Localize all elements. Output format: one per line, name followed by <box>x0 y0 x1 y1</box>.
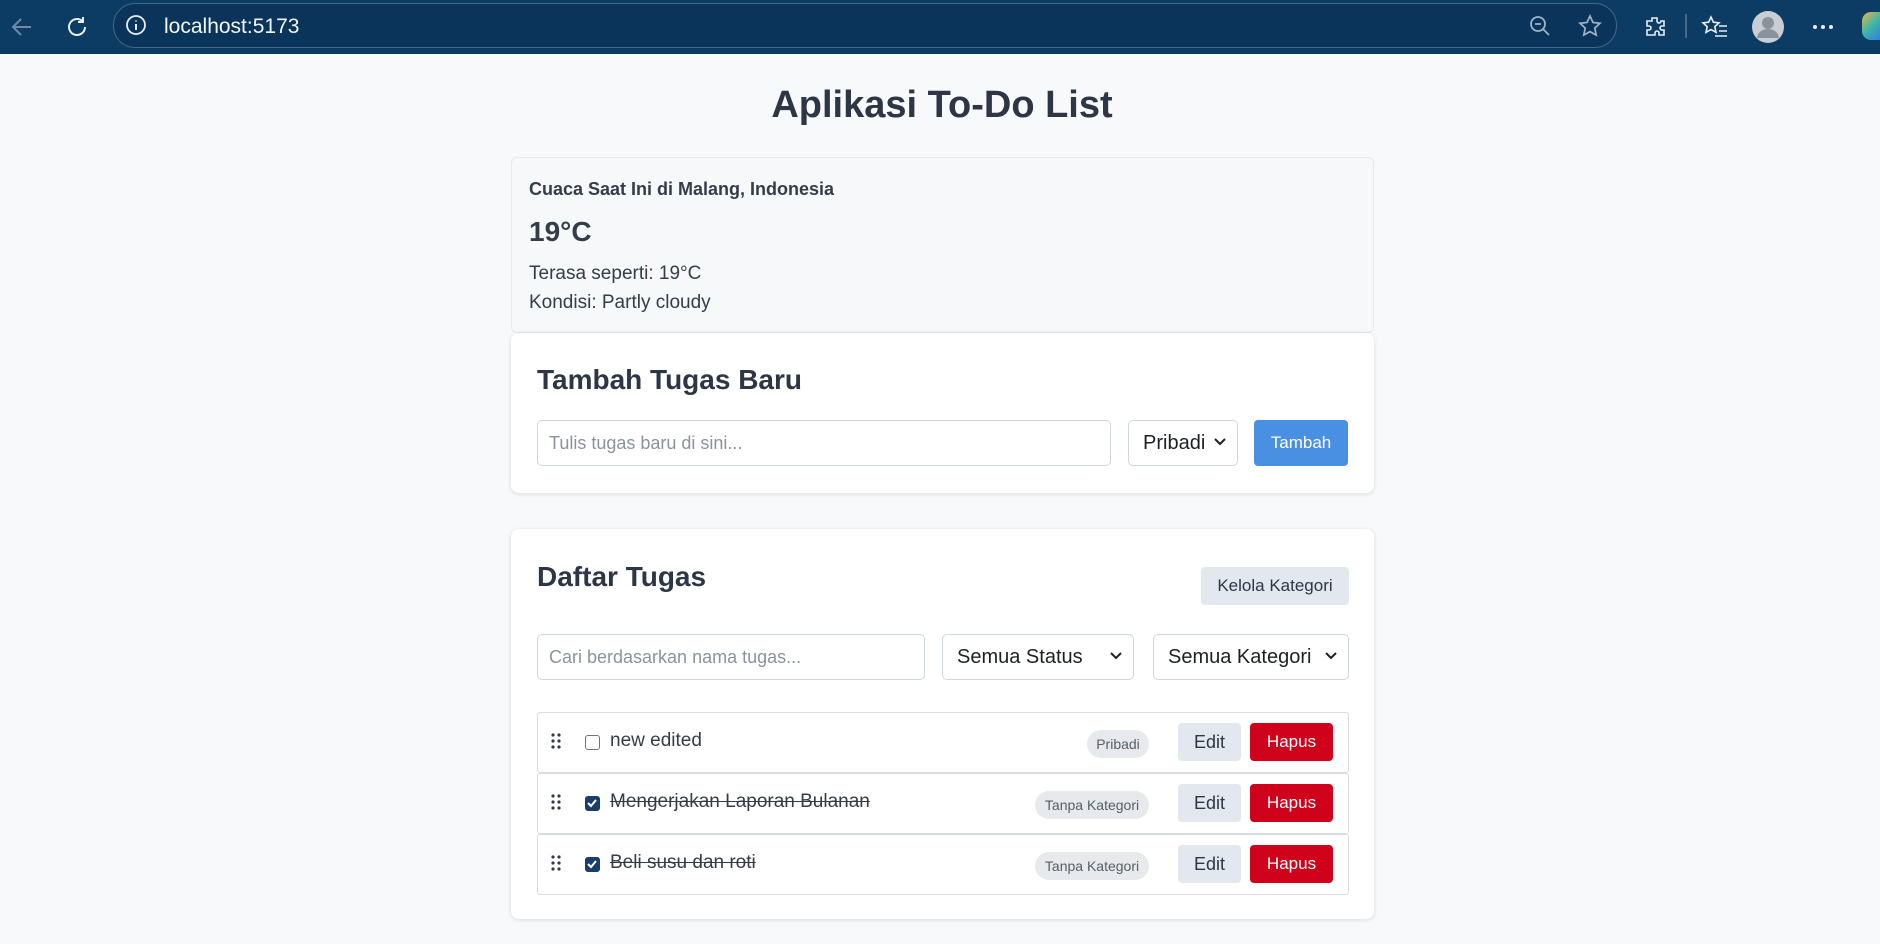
weather-temperature: 19°C <box>529 216 592 247</box>
manage-categories-button[interactable]: Kelola Kategori <box>1201 567 1349 605</box>
delete-button[interactable]: Hapus <box>1250 784 1333 822</box>
task-category-badge: Tanpa Kategori <box>1035 852 1149 880</box>
chevron-down-icon <box>1110 652 1122 660</box>
category-filter-value: Semua Kategori <box>1168 646 1312 668</box>
edit-button[interactable]: Edit <box>1178 845 1241 883</box>
delete-button[interactable]: Hapus <box>1250 845 1333 883</box>
weather-heading: Cuaca Saat Ini di Malang, Indonesia <box>529 179 835 199</box>
site-info-icon[interactable] <box>125 14 147 41</box>
weather-card: Cuaca Saat Ini di Malang, Indonesia 19°C… <box>511 157 1374 333</box>
task-row: new edited Pribadi Edit Hapus <box>537 712 1349 773</box>
task-list-card: Daftar Tugas Kelola Kategori Cari berdas… <box>511 529 1374 919</box>
chevron-down-icon <box>1214 438 1226 446</box>
new-task-input[interactable]: Tulis tugas baru di sini... <box>537 420 1111 466</box>
drag-handle-icon[interactable] <box>550 732 562 750</box>
task-list-heading: Daftar Tugas <box>537 561 707 592</box>
favorite-star-icon[interactable] <box>1577 13 1603 44</box>
browser-toolbar: localhost:5173 <box>0 0 1880 54</box>
checkmark-icon <box>587 860 597 869</box>
task-text: Mengerjakan Laporan Bulanan <box>610 791 870 812</box>
page-content: Aplikasi To-Do List Cuaca Saat Ini di Ma… <box>0 54 1880 944</box>
profile-icon[interactable] <box>1751 10 1785 44</box>
add-task-heading: Tambah Tugas Baru <box>537 364 803 395</box>
edit-button[interactable]: Edit <box>1178 784 1241 822</box>
task-checkbox[interactable] <box>585 796 600 811</box>
toolbar-divider <box>1685 14 1687 38</box>
weather-feels-like: Terasa seperti: 19°C <box>529 263 702 284</box>
task-row: Mengerjakan Laporan Bulanan Tanpa Katego… <box>537 773 1349 834</box>
category-select[interactable]: Pribadi <box>1128 420 1238 466</box>
address-bar[interactable]: localhost:5173 <box>113 3 1617 48</box>
weather-condition: Kondisi: Partly cloudy <box>529 292 711 313</box>
search-input[interactable]: Cari berdasarkan nama tugas... <box>537 634 925 680</box>
favorites-icon[interactable] <box>1698 10 1732 44</box>
status-filter-value: Semua Status <box>957 646 1083 668</box>
task-text: new edited <box>610 730 702 751</box>
add-task-card: Tambah Tugas Baru Tulis tugas baru di si… <box>511 333 1374 493</box>
status-filter-select[interactable]: Semua Status <box>942 634 1134 680</box>
drag-handle-icon[interactable] <box>550 854 562 872</box>
url-text[interactable]: localhost:5173 <box>164 15 299 39</box>
task-checkbox[interactable] <box>585 857 600 872</box>
edit-button[interactable]: Edit <box>1178 723 1241 761</box>
task-row: Beli susu dan roti Tanpa Kategori Edit H… <box>537 834 1349 895</box>
zoom-out-icon[interactable] <box>1528 14 1552 43</box>
task-checkbox[interactable] <box>585 735 600 750</box>
reload-icon[interactable] <box>60 10 94 44</box>
page-title: Aplikasi To-Do List <box>771 84 1113 126</box>
add-task-button[interactable]: Tambah <box>1254 420 1348 466</box>
category-select-value: Pribadi <box>1143 432 1206 454</box>
copilot-icon[interactable] <box>1862 12 1880 40</box>
checkmark-icon <box>587 799 597 808</box>
more-icon[interactable] <box>1806 10 1840 44</box>
delete-button[interactable]: Hapus <box>1250 723 1333 761</box>
category-filter-select[interactable]: Semua Kategori <box>1153 634 1349 680</box>
back-icon[interactable] <box>5 10 39 44</box>
task-category-badge: Tanpa Kategori <box>1035 791 1149 819</box>
extensions-icon[interactable] <box>1638 10 1672 44</box>
drag-handle-icon[interactable] <box>550 793 562 811</box>
task-category-badge: Pribadi <box>1087 730 1149 758</box>
task-text: Beli susu dan roti <box>610 852 756 873</box>
chevron-down-icon <box>1325 652 1337 660</box>
